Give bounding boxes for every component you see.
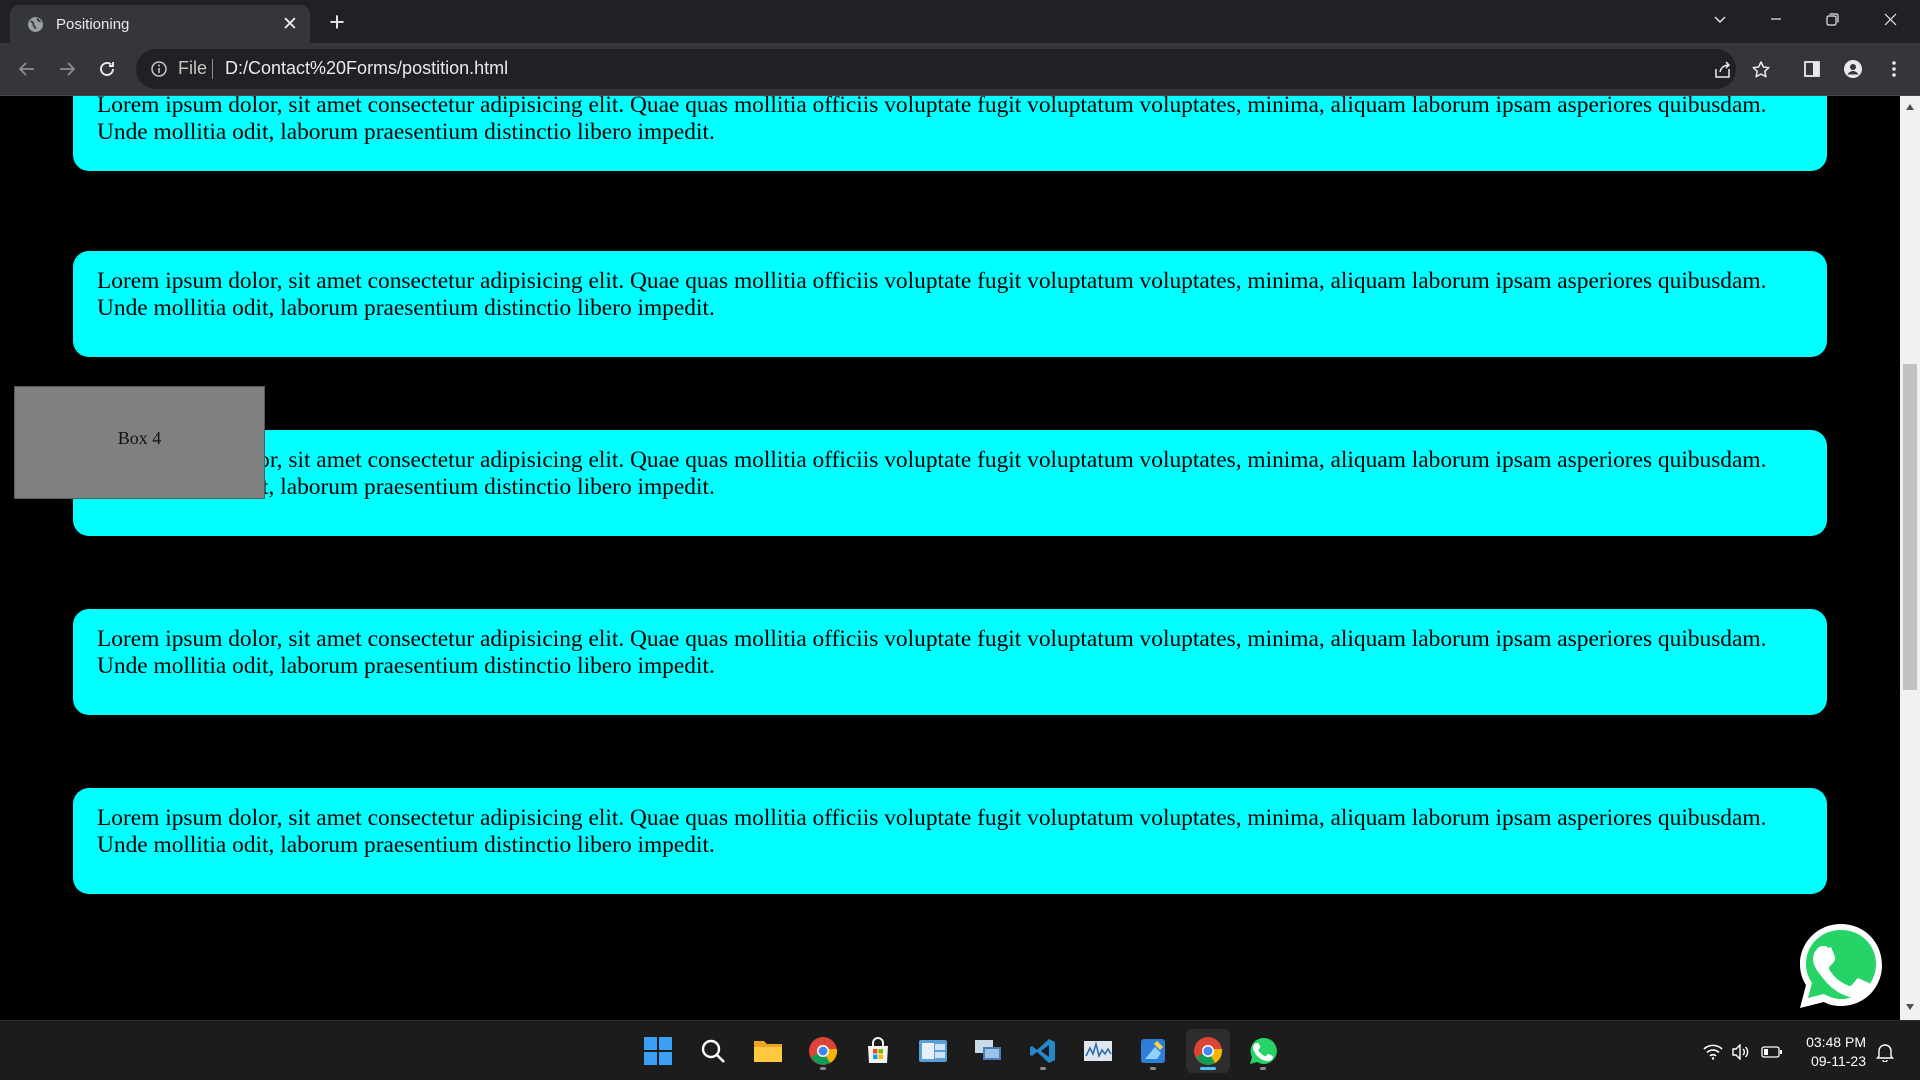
chrome-icon[interactable] [801,1029,845,1073]
tab-search-icon[interactable] [1692,0,1748,38]
share-icon[interactable] [1712,59,1734,81]
clock-time: 03:48 PM [1806,1034,1866,1050]
globe-icon [26,15,44,33]
vscode-icon[interactable] [1021,1029,1065,1073]
running-indicator [1260,1067,1266,1070]
new-tab-button[interactable]: + [322,8,352,38]
battery-icon[interactable] [1761,1041,1783,1063]
search-icon[interactable] [691,1029,735,1073]
box-paragraph: Lorem ipsum dolor, sit amet consectetur … [97,447,1767,500]
minimize-icon[interactable] [1748,0,1804,38]
windows-taskbar: 03:48 PM 09-11-23 [0,1020,1920,1080]
url-text[interactable]: D:/Contact%20Forms/postition.html [225,58,508,79]
bookmark-star-icon[interactable] [1750,59,1772,81]
scrollbar-thumb[interactable] [1903,364,1917,690]
microsoft-store-icon[interactable] [856,1029,900,1073]
vertical-scrollbar[interactable] [1900,96,1920,1020]
content-box-1: Lorem ipsum dolor, sit amet consectetur … [73,96,1827,171]
box-paragraph: Lorem ipsum dolor, sit amet consectetur … [97,805,1767,858]
box-paragraph: Lorem ipsum dolor, sit amet consectetur … [97,268,1767,321]
wifi-icon[interactable] [1702,1041,1724,1063]
tab-close-icon[interactable]: ✕ [276,15,304,34]
running-indicator [1040,1067,1046,1070]
back-icon[interactable] [12,54,42,84]
box-4-label: Box 4 [117,428,162,448]
start-icon[interactable] [636,1029,680,1073]
outlook-icon[interactable] [911,1029,955,1073]
address-bar[interactable]: File D:/Contact%20Forms/postition.html [136,49,1770,89]
browser-toolbar: File D:/Contact%20Forms/postition.html [0,43,1920,96]
scroll-up-arrow-icon[interactable] [1905,102,1915,112]
restore-icon[interactable] [1804,0,1860,38]
content-box-3: Lorem ipsum dolor, sit amet consectetur … [73,430,1827,536]
file-explorer-icon[interactable] [746,1029,790,1073]
page-viewport: Lorem ipsum dolor, sit amet consectetur … [0,96,1900,1020]
close-window-icon[interactable] [1862,0,1918,38]
menu-kebab-icon[interactable] [1879,54,1909,84]
box-4: Box 4 [14,386,265,499]
paint-icon[interactable] [1131,1029,1175,1073]
content-box-2: Lorem ipsum dolor, sit amet consectetur … [73,251,1827,357]
system-clock[interactable]: 03:48 PM 09-11-23 [1796,1033,1866,1071]
active-indicator [1200,1067,1216,1070]
clock-date: 09-11-23 [1810,1053,1866,1069]
tab-strip: Positioning ✕ + [0,0,1920,43]
reload-icon[interactable] [92,54,122,84]
chrome-active-icon[interactable] [1186,1029,1230,1073]
whatsapp-float-button[interactable] [1795,920,1887,1012]
whatsapp-taskbar-icon[interactable] [1241,1029,1285,1073]
content-box-6: Lorem ipsum dolor, sit amet consectetur … [73,788,1827,894]
box-paragraph: Lorem ipsum dolor, sit amet consectetur … [97,96,1767,145]
performance-monitor-icon[interactable] [1076,1029,1120,1073]
info-icon[interactable] [150,60,168,83]
running-indicator [820,1067,826,1070]
box-paragraph: Lorem ipsum dolor, sit amet consectetur … [97,626,1767,679]
volume-icon[interactable] [1730,1041,1752,1063]
tab-title: Positioning [56,15,130,33]
url-scheme: File [178,58,208,78]
remote-desktop-icon[interactable] [966,1029,1010,1073]
profile-icon[interactable] [1838,54,1868,84]
running-indicator [1150,1067,1156,1070]
whatsapp-icon [1800,924,1882,1008]
scroll-down-arrow-icon[interactable] [1905,1002,1915,1012]
notification-bell-icon[interactable] [1874,1041,1896,1063]
side-panel-icon[interactable] [1797,54,1827,84]
content-box-5: Lorem ipsum dolor, sit amet consectetur … [73,609,1827,715]
browser-tab[interactable]: Positioning ✕ [10,5,310,43]
url-separator [212,59,213,79]
forward-icon[interactable] [52,54,82,84]
